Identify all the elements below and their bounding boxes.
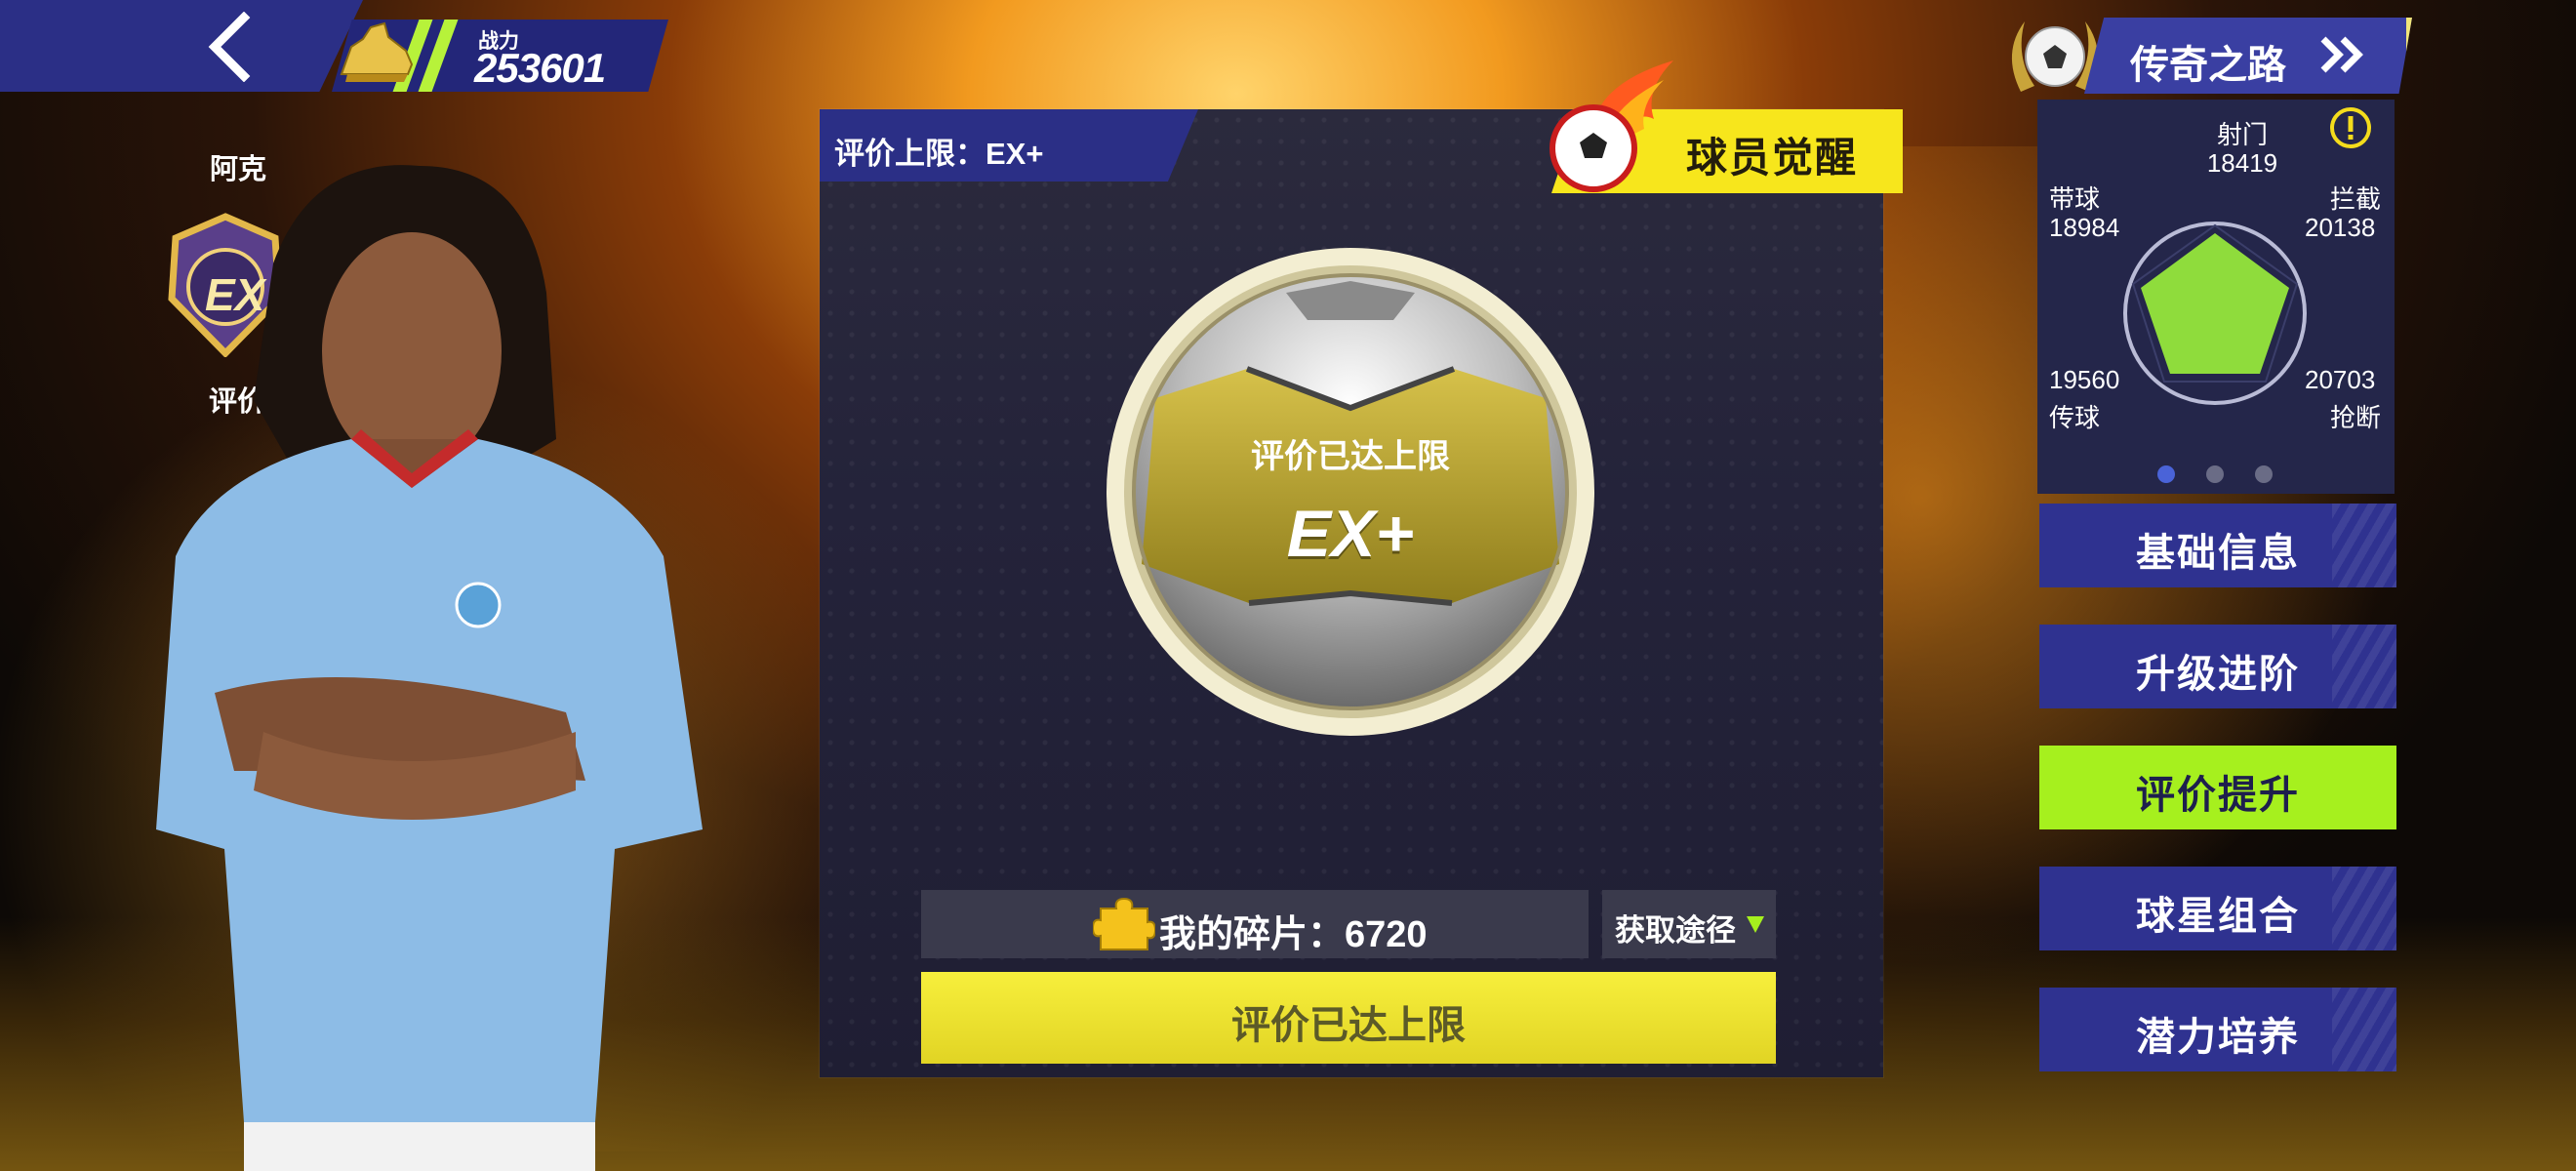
page-indicator xyxy=(2157,465,2273,483)
double-chevron-right-icon xyxy=(2320,36,2363,73)
menu-potential-training-label: 潜力培养 xyxy=(2136,1016,2300,1059)
stat-tackling-label: 抢断 xyxy=(2330,403,2382,432)
stat-passing-label: 传球 xyxy=(2049,403,2101,432)
back-button[interactable] xyxy=(193,11,271,83)
stat-tackling-value: 20703 xyxy=(2305,365,2376,394)
menu-rating-upgrade-label: 评价提升 xyxy=(2136,774,2300,817)
rating-limit-text: 评价上限：EX+ xyxy=(834,137,1044,171)
stat-shooting-value: 18419 xyxy=(2206,148,2278,178)
stat-shooting-label: 射门 xyxy=(2216,120,2268,149)
dropdown-arrow-icon xyxy=(1747,916,1764,933)
stat-dribbling-label: 带球 xyxy=(2049,184,2101,214)
legend-road-label: 传奇之路 xyxy=(2130,44,2286,87)
menu-star-combo[interactable]: 球星组合 xyxy=(2039,867,2396,950)
rating-ball-icon xyxy=(1107,248,1594,736)
player-portrait xyxy=(156,165,703,1171)
info-alert-icon[interactable] xyxy=(2328,105,2373,150)
stats-radar-chart xyxy=(2123,222,2307,405)
power-value: 253601 xyxy=(474,45,606,91)
puzzle-piece-icon xyxy=(1093,897,1155,950)
menu-star-combo-label: 球星组合 xyxy=(2136,895,2300,938)
ball-rating-text: EX+ xyxy=(1286,497,1415,571)
menu-basic-info-label: 基础信息 xyxy=(2136,532,2300,575)
top-bar: 战力 253601 xyxy=(0,0,673,94)
menu-upgrade-advance[interactable]: 升级进阶 xyxy=(2039,625,2396,708)
ball-status-text: 评价已达上限 xyxy=(1251,438,1450,475)
menu-basic-info[interactable]: 基础信息 xyxy=(2039,504,2396,587)
fireball-soccer-icon xyxy=(1550,61,1673,192)
stat-interception-label: 拦截 xyxy=(2330,184,2382,214)
menu-potential-training[interactable]: 潜力培养 xyxy=(2039,988,2396,1071)
menu-upgrade-advance-label: 升级进阶 xyxy=(2136,653,2300,696)
player-awaken-label: 球员觉醒 xyxy=(1686,135,1859,181)
stat-dribbling-value: 18984 xyxy=(2049,213,2120,242)
menu-rating-upgrade[interactable]: 评价提升 xyxy=(2039,746,2396,829)
rating-maxed-label: 评价已达上限 xyxy=(1231,1004,1466,1047)
back-arrow-icon xyxy=(208,11,251,83)
back-zone xyxy=(0,0,363,92)
stat-interception-value: 20138 xyxy=(2305,213,2376,242)
obtain-source-label: 获取途径 xyxy=(1615,913,1736,948)
golden-boot-icon xyxy=(340,21,414,82)
stat-passing-value: 19560 xyxy=(2049,365,2120,394)
fragments-count-text: 我的碎片：6720 xyxy=(1159,914,1428,955)
